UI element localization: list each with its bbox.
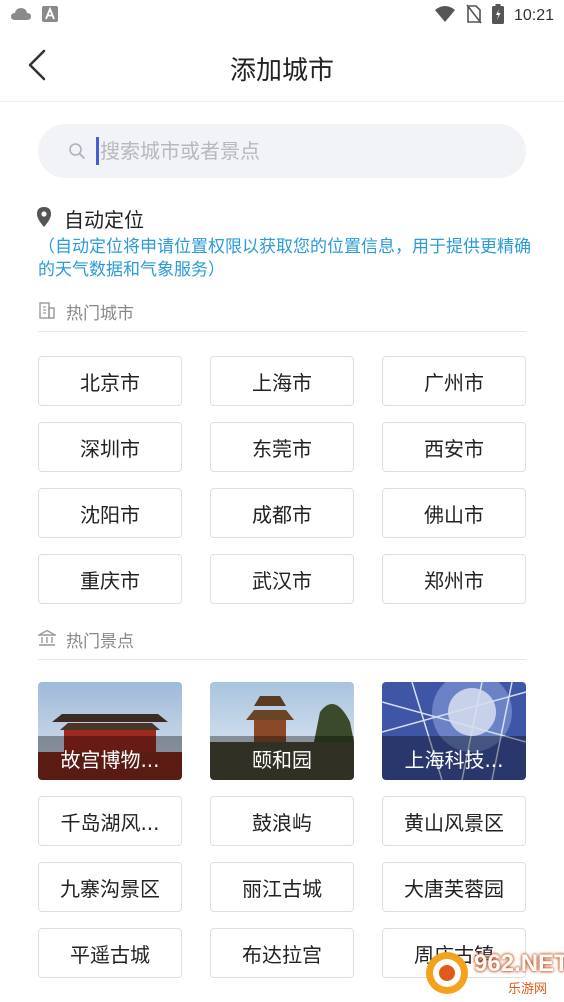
spot-button[interactable]: 大唐芙蓉园 [382,862,526,912]
city-button[interactable]: 广州市 [382,356,526,406]
search-input[interactable] [100,135,500,167]
spot-card-summer-palace[interactable]: 颐和园 [210,682,354,780]
city-button[interactable]: 深圳市 [38,422,182,472]
auto-location-label: 自动定位 [64,208,144,232]
location-pin-icon [36,206,52,232]
spot-button[interactable]: 鼓浪屿 [210,796,354,846]
search-icon [68,142,86,164]
spot-card-forbidden-city[interactable]: 故宫博物... [38,682,182,780]
city-button[interactable]: 佛山市 [382,488,526,538]
cloud-icon [10,6,32,26]
header: 添加城市 [0,30,564,102]
status-bar: 10:21 [0,0,564,30]
hot-spots-title: 热门景点 [66,632,134,652]
watermark-sub: 乐游网 [508,982,548,997]
spot-button[interactable]: 丽江古城 [210,862,354,912]
city-button[interactable]: 东莞市 [210,422,354,472]
spot-button[interactable]: 九寨沟景区 [38,862,182,912]
city-button[interactable]: 西安市 [382,422,526,472]
hot-spots-grid: 故宫博物... 颐和园 上海科技... 千岛湖风... 鼓浪屿 黄山风景区 九寨… [38,682,528,978]
status-time: 10:21 [513,7,554,24]
battery-icon [491,4,504,28]
city-button[interactable]: 北京市 [38,356,182,406]
spot-button[interactable]: 布达拉宫 [210,928,354,978]
auto-location-note: （自动定位将申请位置权限以获取您的位置信息，用于提供更精确的天气数据和气象服务） [38,237,531,280]
site-watermark: 962.NET 乐游网 [422,948,564,998]
hot-spots-header: 热门景点 [36,620,526,660]
watermark-text: 962.NET [474,950,564,977]
spot-card-label: 上海科技... [382,736,526,780]
museum-icon [36,629,58,651]
a-badge-icon [42,6,58,26]
building-icon [38,301,56,323]
city-button[interactable]: 武汉市 [210,554,354,604]
city-button[interactable]: 重庆市 [38,554,182,604]
page-title: 添加城市 [229,56,334,86]
spot-card-label: 颐和园 [210,736,354,780]
hot-cities-title: 热门城市 [66,304,134,324]
wifi-icon [434,5,456,27]
spot-button[interactable]: 千岛湖风... [38,796,182,846]
spot-card-label: 故宫博物... [38,736,182,780]
city-button[interactable]: 沈阳市 [38,488,182,538]
no-sim-icon [466,4,482,28]
search-box[interactable] [38,124,526,178]
spot-button[interactable]: 平遥古城 [38,928,182,978]
auto-location-button[interactable]: 自动定位 [36,204,144,233]
watermark-logo-icon [426,952,468,994]
spot-card-shanghai-science-museum[interactable]: 上海科技... [382,682,526,780]
spot-button[interactable]: 黄山风景区 [382,796,526,846]
hot-cities-grid: 北京市 上海市 广州市 深圳市 东莞市 西安市 沈阳市 成都市 佛山市 重庆市 … [38,356,528,604]
text-cursor [96,137,99,165]
city-button[interactable]: 上海市 [210,356,354,406]
hot-cities-header: 热门城市 [38,292,526,332]
city-button[interactable]: 成都市 [210,488,354,538]
city-button[interactable]: 郑州市 [382,554,526,604]
